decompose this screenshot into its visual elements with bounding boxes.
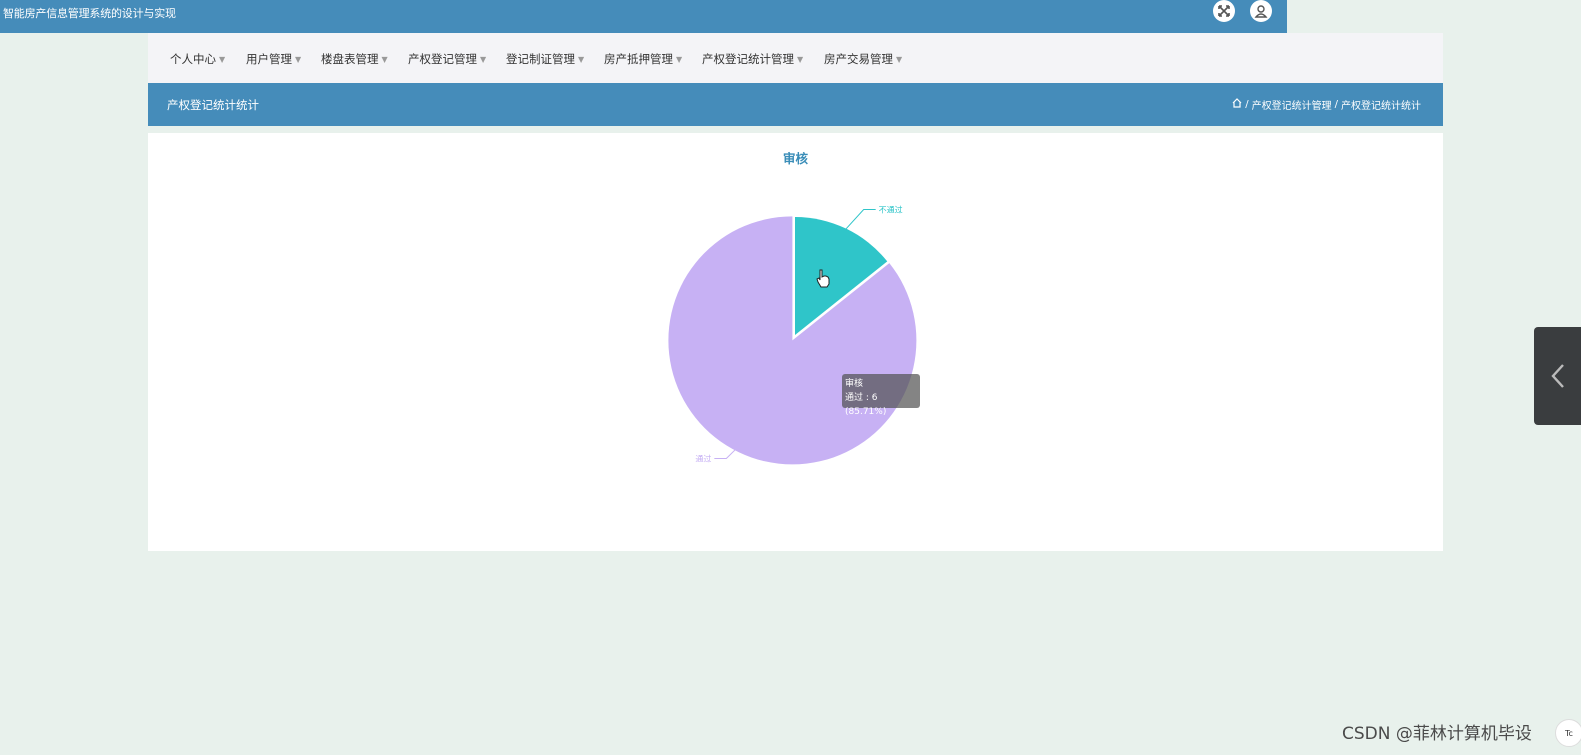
user-icon[interactable] [1250,0,1272,22]
nav-item-registration-stats[interactable]: 产权登记统计管理 ▼ [702,51,803,67]
nav-item-transaction-management[interactable]: 房产交易管理 ▼ [824,51,902,67]
watermark-text: CSDN @菲林计算机毕设 [1342,724,1532,744]
pie-slice-label: 不通过 [879,204,903,214]
nav-item-personal-center[interactable]: 个人中心 ▼ [170,51,225,67]
breadcrumb-item[interactable]: 产权登记统计管理 [1252,97,1332,112]
chevron-down-icon: ▼ [676,54,683,64]
chevron-down-icon: ▼ [219,54,226,64]
top-header: 智能房产信息管理系统的设计与实现 [0,0,1287,33]
side-collapse-tab[interactable] [1534,327,1581,425]
watermark-badge: Tc [1555,719,1581,747]
chevron-down-icon: ▼ [578,54,585,64]
pie-chart: 不通过通过 [668,204,917,465]
expand-icon[interactable] [1213,0,1235,22]
chart-tooltip: 审核 通过 : 6 (85.71%) [842,374,920,417]
chevron-down-icon: ▼ [381,54,388,64]
nav-item-building-management[interactable]: 楼盘表管理 ▼ [321,51,388,67]
chevron-down-icon: ▼ [896,54,903,64]
breadcrumb-separator: / [1334,99,1338,110]
pie-slice-label: 通过 [695,454,711,464]
chevron-down-icon: ▼ [797,54,804,64]
nav-item-property-registration[interactable]: 产权登记管理 ▼ [408,51,486,67]
page-title: 产权登记统计统计 [167,98,259,112]
chevron-left-icon [1550,364,1564,388]
breadcrumb-separator: / [1245,99,1249,110]
main-nav: 个人中心 ▼ 用户管理 ▼ 楼盘表管理 ▼ 产权登记管理 ▼ 登记制证管理 ▼ 房产抵押管… [148,33,1443,83]
chevron-down-icon: ▼ [480,54,487,64]
chevron-down-icon: ▼ [295,54,302,64]
chart-panel: 审核 不通过通过 审核 通过 : 6 (85.71%) [148,133,1443,551]
tooltip-text: 通过 : 6 (85.71%) [845,393,887,417]
breadcrumb: / 产权登记统计管理 / 产权登记统计统计 [1232,97,1421,112]
nav-item-user-management[interactable]: 用户管理 ▼ [246,51,301,67]
pie-label-line [845,208,876,230]
tooltip-title: 审核 [845,379,864,389]
nav-item-mortgage-management[interactable]: 房产抵押管理 ▼ [604,51,682,67]
home-icon[interactable] [1232,98,1242,111]
page-header-band: 产权登记统计统计 / 产权登记统计管理 / 产权登记统计统计 [148,83,1443,126]
app-title: 智能房产信息管理系统的设计与实现 [3,7,176,20]
nav-item-certificate-management[interactable]: 登记制证管理 ▼ [506,51,584,67]
breadcrumb-item: 产权登记统计统计 [1341,101,1421,112]
